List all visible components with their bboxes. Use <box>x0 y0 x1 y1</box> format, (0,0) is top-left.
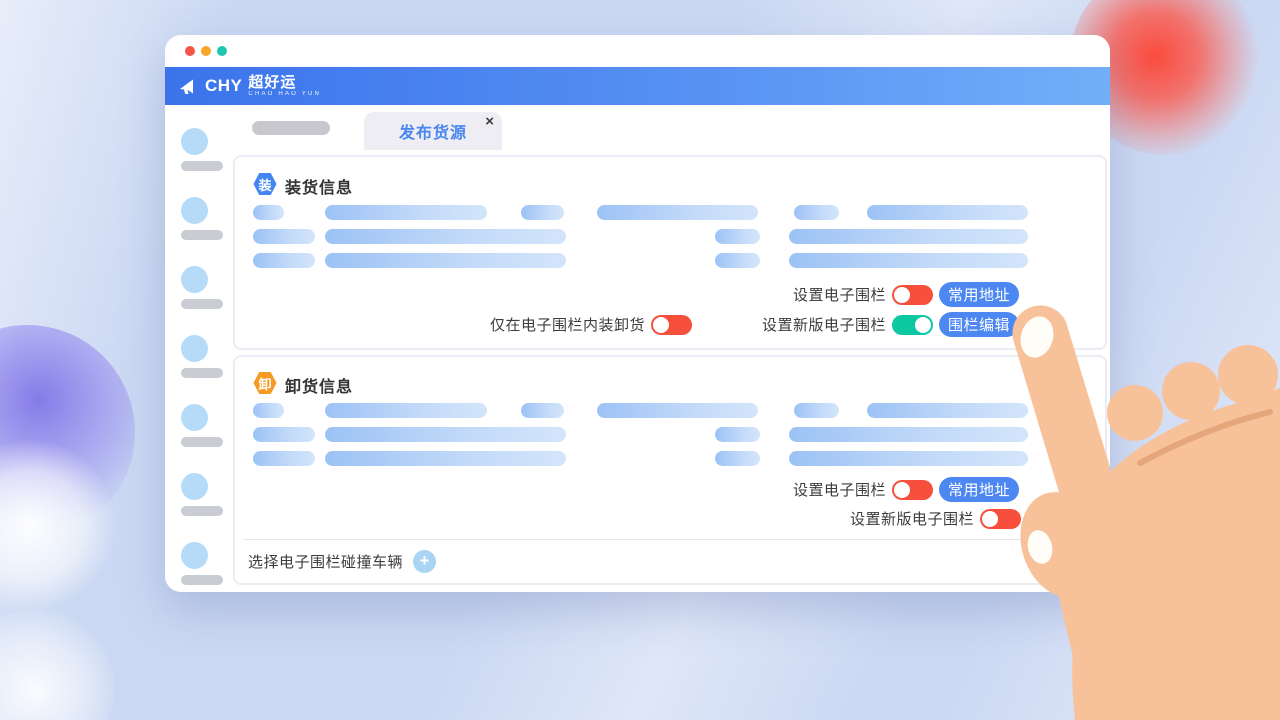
section-title: 装货信息 <box>285 174 353 198</box>
hand-crease <box>1140 412 1270 463</box>
skeleton-bar <box>794 205 839 220</box>
section-divider <box>243 539 1097 540</box>
skeleton-bar <box>867 403 1028 418</box>
skeleton-bar <box>789 451 1028 466</box>
fence-edit-button[interactable]: 围栏编辑 <box>939 312 1019 337</box>
sidebar-label-placeholder <box>181 437 223 447</box>
new-fence-toggle[interactable] <box>980 509 1021 529</box>
sidebar-icon-placeholder <box>181 197 208 224</box>
sidebar-nav <box>165 105 228 592</box>
app-window: CHY 超好运 CHAO HAO YUN <box>165 35 1110 592</box>
sidebar-icon-placeholder <box>181 128 208 155</box>
skeleton-bar <box>715 229 760 244</box>
skeleton-bar <box>253 403 284 418</box>
skeleton-bar <box>597 403 758 418</box>
add-vehicle-button[interactable]: + <box>413 550 436 573</box>
sidebar-label-placeholder <box>181 506 223 516</box>
section-title: 卸货信息 <box>285 373 353 397</box>
set-new-fence-label: 设置新版电子围栏 <box>762 314 886 335</box>
sidebar-label-placeholder <box>181 299 223 309</box>
sidebar-item[interactable] <box>181 128 228 171</box>
skeleton-bar <box>789 427 1028 442</box>
common-address-button[interactable]: 常用地址 <box>939 477 1019 502</box>
sidebar-item[interactable] <box>181 266 228 309</box>
close-window-dot[interactable] <box>185 46 195 56</box>
sidebar-label-placeholder <box>181 575 223 585</box>
skeleton-bar <box>521 205 564 220</box>
brand-logo: CHY 超好运 CHAO HAO YUN <box>179 75 321 97</box>
sidebar-icon-placeholder <box>181 335 208 362</box>
fullscreen-window-dot[interactable] <box>217 46 227 56</box>
only-load-in-fence-toggle[interactable] <box>651 315 692 335</box>
skeleton-bar <box>325 451 566 466</box>
page-background: CHY 超好运 CHAO HAO YUN <box>0 0 1280 720</box>
skeleton-bar <box>253 427 315 442</box>
skeleton-bar <box>253 451 315 466</box>
sidebar-label-placeholder <box>181 368 223 378</box>
only-load-in-fence-label: 仅在电子围栏内装卸货 <box>490 314 645 335</box>
minimize-window-dot[interactable] <box>201 46 211 56</box>
megaphone-icon <box>179 78 199 95</box>
unloading-badge-icon: 卸 <box>253 371 277 395</box>
skeleton-bar <box>789 229 1028 244</box>
brand-chinese: 超好运 <box>248 75 321 90</box>
skeleton-bar <box>325 229 566 244</box>
tab-publish-cargo[interactable]: 发布货源 × <box>364 112 502 150</box>
sidebar-icon-placeholder <box>181 473 208 500</box>
tab-placeholder[interactable] <box>252 121 330 135</box>
skeleton-bar <box>253 229 315 244</box>
sidebar-item[interactable] <box>181 197 228 240</box>
sidebar-item[interactable] <box>181 404 228 447</box>
decor-teal-blob <box>1082 572 1280 720</box>
set-electronic-fence-label: 设置电子围栏 <box>793 284 886 305</box>
skeleton-bar <box>325 427 566 442</box>
common-address-button[interactable]: 常用地址 <box>939 282 1019 307</box>
skeleton-bar <box>715 253 760 268</box>
skeleton-bar <box>325 205 487 220</box>
loading-badge-icon: 装 <box>253 172 277 196</box>
sidebar-item[interactable] <box>181 542 228 585</box>
skeleton-bar <box>325 253 566 268</box>
new-fence-toggle[interactable] <box>892 315 933 335</box>
sidebar-icon-placeholder <box>181 404 208 431</box>
brand-pinyin: CHAO HAO YUN <box>248 91 321 97</box>
unloading-info-section: 卸 卸货信息 设置电子 <box>233 355 1107 585</box>
decor-white-blob <box>0 610 115 720</box>
skeleton-bar <box>325 403 487 418</box>
skeleton-bar <box>597 205 758 220</box>
tab-label: 发布货源 <box>399 119 467 143</box>
skeleton-bar <box>794 403 839 418</box>
skeleton-bar <box>715 451 760 466</box>
skeleton-bar <box>253 253 315 268</box>
main-content: 发布货源 × 装 装货信息 <box>228 105 1110 592</box>
close-tab-icon[interactable]: × <box>485 113 494 130</box>
skeleton-bar <box>789 253 1028 268</box>
electronic-fence-toggle[interactable] <box>892 480 933 500</box>
sidebar-icon-placeholder <box>181 542 208 569</box>
skeleton-bar <box>521 403 564 418</box>
loading-info-section: 装 装货信息 设置电子 <box>233 155 1107 350</box>
sidebar-icon-placeholder <box>181 266 208 293</box>
tab-bar: 发布货源 × <box>233 105 1107 150</box>
set-new-fence-label: 设置新版电子围栏 <box>850 508 974 529</box>
select-fence-collision-vehicle-label: 选择电子围栏碰撞车辆 <box>248 551 403 572</box>
sidebar-item[interactable] <box>181 335 228 378</box>
sidebar-label-placeholder <box>181 230 223 240</box>
skeleton-bar <box>253 205 284 220</box>
electronic-fence-toggle[interactable] <box>892 285 933 305</box>
skeleton-bar <box>867 205 1028 220</box>
skeleton-bar <box>715 427 760 442</box>
window-titlebar <box>165 35 1110 67</box>
app-header-bar: CHY 超好运 CHAO HAO YUN <box>165 67 1110 105</box>
sidebar-label-placeholder <box>181 161 223 171</box>
sidebar-item[interactable] <box>181 473 228 516</box>
set-electronic-fence-label: 设置电子围栏 <box>793 479 886 500</box>
brand-latin: CHY <box>205 76 242 96</box>
